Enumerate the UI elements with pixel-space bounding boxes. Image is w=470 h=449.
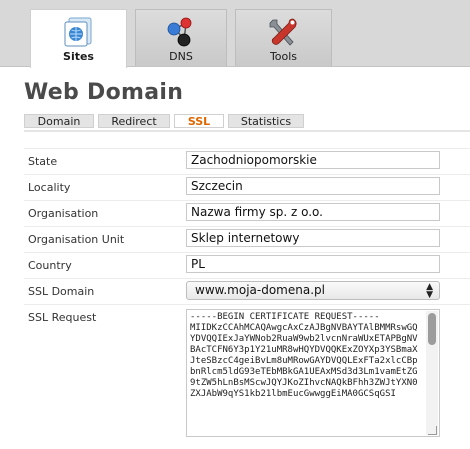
subtab-domain[interactable]: Domain (24, 114, 94, 128)
locality-field[interactable]: Szczecin (186, 177, 440, 195)
ssl-request-textarea[interactable]: -----BEGIN CERTIFICATE REQUEST----- MIID… (186, 309, 440, 437)
organisation-unit-field[interactable]: Sklep internetowy (186, 229, 440, 247)
state-field[interactable]: Zachodniopomorskie (186, 151, 440, 169)
organisation-unit-row: Organisation Unit Sklep internetowy (24, 226, 470, 253)
locality-row: Locality Szczecin (24, 174, 470, 201)
top-navigation: Sites DNS Tools (0, 0, 470, 68)
tab-tools-label: Tools (269, 50, 298, 63)
ssl-request-text: -----BEGIN CERTIFICATE REQUEST----- MIID… (190, 312, 418, 399)
country-row: Country PL (24, 252, 470, 279)
tab-sites[interactable]: Sites (30, 9, 127, 68)
organisation-row: Organisation Nazwa firmy sp. z o.o. (24, 200, 470, 227)
tab-tools[interactable]: Tools (235, 9, 332, 66)
state-row: State Zachodniopomorskie (24, 148, 470, 175)
country-field[interactable]: PL (186, 255, 440, 273)
ssl-request-label: SSL Request (28, 311, 97, 324)
ssl-domain-label: SSL Domain (28, 285, 95, 298)
divider (24, 130, 470, 132)
sites-icon (64, 17, 91, 47)
select-arrows-icon: ▲ ▼ (426, 282, 433, 300)
dns-icon (167, 17, 192, 47)
subtab-redirect[interactable]: Redirect (98, 114, 170, 128)
subtab-ssl[interactable]: SSL (174, 114, 224, 128)
tab-dns-label: DNS (169, 50, 193, 63)
page-title: Web Domain (24, 80, 184, 105)
country-label: Country (28, 259, 72, 272)
ssl-domain-value: www.moja-domena.pl (195, 283, 325, 297)
ssl-request-scrollbar[interactable] (426, 311, 438, 435)
state-label: State (28, 155, 58, 168)
ssl-domain-row: SSL Domain www.moja-domena.pl ▲ ▼ (24, 278, 470, 305)
scrollbar-thumb[interactable] (428, 313, 436, 345)
ssl-domain-select[interactable]: www.moja-domena.pl ▲ ▼ (186, 281, 440, 300)
organisation-label: Organisation (28, 207, 99, 220)
resize-grip-icon[interactable] (428, 426, 437, 435)
organisation-field[interactable]: Nazwa firmy sp. z o.o. (186, 203, 440, 221)
tools-icon (269, 18, 297, 46)
subtab-statistics[interactable]: Statistics (228, 114, 304, 128)
tab-sites-label: Sites (63, 50, 94, 63)
ssl-request-row: SSL Request -----BEGIN CERTIFICATE REQUE… (24, 304, 470, 445)
organisation-unit-label: Organisation Unit (28, 233, 125, 246)
tab-dns[interactable]: DNS (135, 9, 227, 66)
locality-label: Locality (28, 181, 71, 194)
